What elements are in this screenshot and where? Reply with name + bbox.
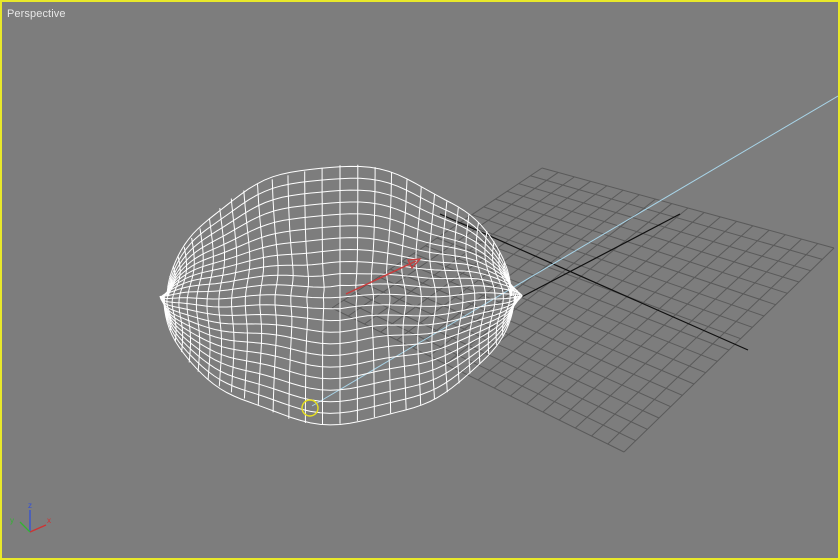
mesh-line — [159, 292, 523, 300]
perspective-viewport[interactable]: Perspective z x y — [0, 0, 840, 560]
grid-line — [591, 238, 802, 437]
grid-line — [331, 307, 625, 453]
mesh-line — [370, 167, 376, 418]
gizmo-z-label: z — [28, 501, 32, 510]
axis-gizmo: z x y — [10, 501, 51, 533]
mesh-line — [230, 198, 238, 393]
wireframe-mesh[interactable] — [159, 164, 523, 426]
scene-canvas[interactable]: z x y — [2, 2, 838, 558]
grid-line — [607, 243, 819, 445]
pivot-marker[interactable] — [301, 399, 319, 417]
grid-line — [574, 234, 786, 429]
mesh-line — [218, 208, 225, 387]
gizmo-x-label: x — [47, 516, 51, 525]
mesh-line — [355, 164, 359, 421]
mesh-line — [321, 167, 325, 425]
gizmo-y-label: y — [10, 516, 14, 525]
grid-axis-y — [511, 213, 681, 303]
mesh-line — [167, 189, 511, 297]
mesh-line — [386, 172, 393, 414]
camera-target-line — [311, 95, 838, 407]
grid-line — [558, 229, 770, 421]
